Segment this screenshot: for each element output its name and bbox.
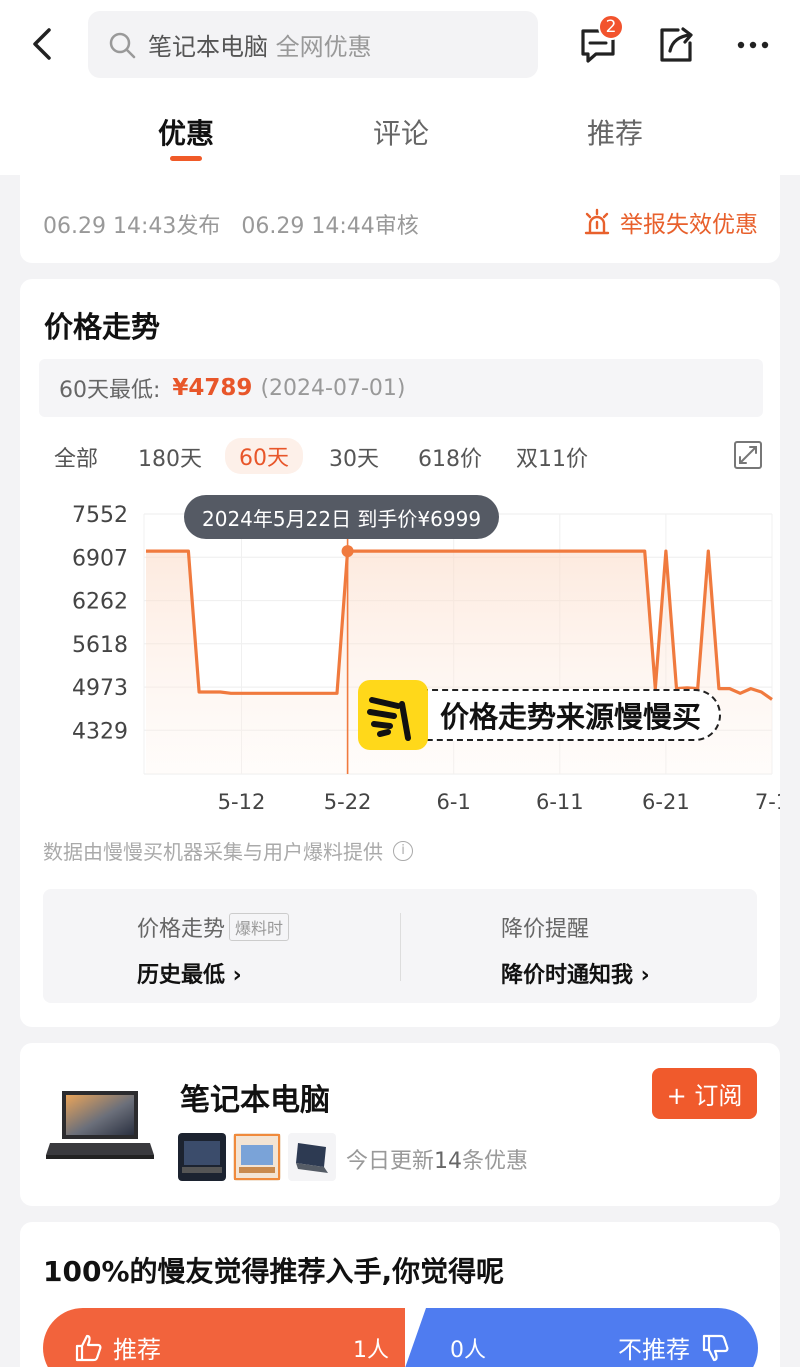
search-hint: 全网优惠 [275, 33, 372, 61]
recommend-count: 1人 [353, 1338, 389, 1363]
y-tick-label: 4329 [72, 719, 128, 744]
lowest-price: ¥4789 [172, 375, 253, 401]
product-name: 笔记本电脑 [180, 1083, 330, 1118]
publish-time: 06.29 14:43发布 [43, 214, 221, 239]
range-all[interactable]: 全部 [54, 441, 98, 473]
share-icon [660, 27, 693, 62]
not-recommend-button[interactable]: 0人 不推荐 [398, 1308, 758, 1367]
product-category-card[interactable]: 笔记本电脑 今日更新14条优惠 + 订阅 [20, 1043, 780, 1206]
expand-chart-button[interactable] [733, 440, 763, 470]
y-tick-label: 5618 [72, 633, 128, 658]
search-input[interactable]: 笔记本电脑 全网优惠 [88, 11, 538, 78]
publish-info-card: 06.29 14:43发布 06.29 14:44审核 举报失效优惠 [20, 175, 780, 263]
y-tick-label: 4973 [72, 676, 128, 701]
active-tab-indicator [170, 156, 202, 161]
y-tick-label: 7552 [72, 503, 128, 528]
history-lowest-entry[interactable]: 价格走势 爆料时 历史最低 › [137, 911, 290, 989]
tab-deals[interactable]: 优惠 [158, 112, 214, 152]
tab-comments[interactable]: 评论 [373, 112, 429, 152]
range-selector: 全部 180天 60天 30天 618价 双11价 [20, 437, 780, 477]
not-recommend-count: 0人 [450, 1338, 486, 1363]
tab-bar: 优惠 评论 推荐 [0, 100, 800, 170]
thumbs-down-icon [702, 1334, 729, 1361]
lowest-label: 60天最低: [59, 378, 161, 403]
today-update-text: 今日更新14条优惠 [346, 1143, 528, 1175]
not-recommend-label: 不推荐 [618, 1336, 690, 1364]
vote-card: 100%的慢友觉得推荐入手,你觉得呢 推荐 1人 0人 不推荐 [20, 1222, 780, 1367]
update-count: 14 [434, 1149, 463, 1174]
source-note-text: 数据由慢慢买机器采集与用户爆料提供 [43, 840, 383, 864]
tab-recommend[interactable]: 推荐 [587, 112, 643, 152]
y-tick-label: 6262 [72, 590, 128, 615]
product-thumbnails [178, 1133, 343, 1181]
top-bar: 笔记本电脑 全网优惠 2 优惠 评论 推荐 [0, 0, 800, 175]
alarm-icon [584, 208, 610, 235]
share-button[interactable] [655, 24, 697, 66]
thumbnail[interactable] [178, 1133, 226, 1181]
price-actions-box: 价格走势 爆料时 历史最低 › 降价提醒 降价时通知我 › [43, 889, 757, 1003]
review-time: 06.29 14:44审核 [241, 214, 419, 239]
history-title: 价格走势 [137, 917, 226, 942]
range-618[interactable]: 618价 [418, 441, 482, 473]
report-expired-button[interactable]: 举报失效优惠 [582, 205, 758, 239]
highlight-point [341, 545, 354, 558]
message-badge: 2 [598, 14, 624, 40]
price-trend-card: 价格走势 60天最低: ¥4789 (2024-07-01) 全部 180天 6… [20, 279, 780, 1027]
manmanbuy-logo-icon [358, 680, 428, 750]
range-60d[interactable]: 60天 [225, 438, 303, 474]
data-source-note: 数据由慢慢买机器采集与用户爆料提供 i [43, 836, 413, 865]
thumbs-up-icon [75, 1334, 102, 1361]
price-trend-title: 价格走势 [44, 310, 161, 344]
x-tick-label: 6-21 [642, 790, 690, 814]
chart-tooltip: 2024年5月22日 到手价¥6999 [184, 495, 500, 539]
thumbnail[interactable] [233, 1133, 281, 1181]
range-180d[interactable]: 180天 [138, 441, 202, 473]
thumbnail[interactable] [288, 1133, 336, 1181]
history-lowest-link[interactable]: 历史最低 › [137, 957, 289, 989]
more-icon [737, 41, 769, 49]
info-icon[interactable]: i [393, 840, 413, 861]
more-button[interactable] [732, 24, 774, 66]
history-tag: 爆料时 [229, 913, 290, 941]
price-alert-entry[interactable]: 降价提醒 降价时通知我 › [501, 911, 650, 989]
subscribe-button[interactable]: + 订阅 [652, 1068, 757, 1119]
source-watermark: 价格走势来源慢慢买 [358, 679, 722, 751]
search-keyword: 笔记本电脑 [148, 33, 268, 61]
x-tick-label: 6-11 [536, 790, 584, 814]
report-label: 举报失效优惠 [620, 212, 758, 238]
price-alert-link[interactable]: 降价时通知我 › [501, 957, 650, 989]
divider [400, 913, 401, 981]
range-double11[interactable]: 双11价 [516, 441, 588, 473]
chevron-left-icon [33, 28, 51, 60]
alert-title: 降价提醒 [501, 917, 590, 942]
lowest-price-bar: 60天最低: ¥4789 (2024-07-01) [39, 359, 763, 417]
price-chart: 7552 6907 6262 5618 4973 4329 5-12 5-22 6-1 6-11 6… [40, 489, 780, 819]
x-tick-label: 5-22 [324, 790, 372, 814]
vote-title: 100%的慢友觉得推荐入手,你觉得呢 [43, 1255, 505, 1288]
recommend-button[interactable]: 推荐 1人 [43, 1308, 405, 1367]
update-prefix: 今日更新 [346, 1149, 435, 1174]
lowest-date: (2024-07-01) [260, 375, 406, 401]
x-tick-label: 6-1 [437, 790, 471, 814]
y-tick-label: 6907 [72, 546, 128, 571]
search-icon [109, 32, 136, 58]
x-tick-label: 7-1 [755, 790, 780, 814]
range-30d[interactable]: 30天 [329, 441, 379, 473]
back-button[interactable] [22, 24, 62, 64]
x-tick-label: 5-12 [218, 790, 266, 814]
recommend-label: 推荐 [113, 1336, 161, 1364]
laptop-image [44, 1087, 156, 1163]
watermark-text: 价格走势来源慢慢买 [422, 689, 722, 741]
update-suffix: 条优惠 [462, 1149, 529, 1174]
expand-icon [734, 441, 762, 469]
